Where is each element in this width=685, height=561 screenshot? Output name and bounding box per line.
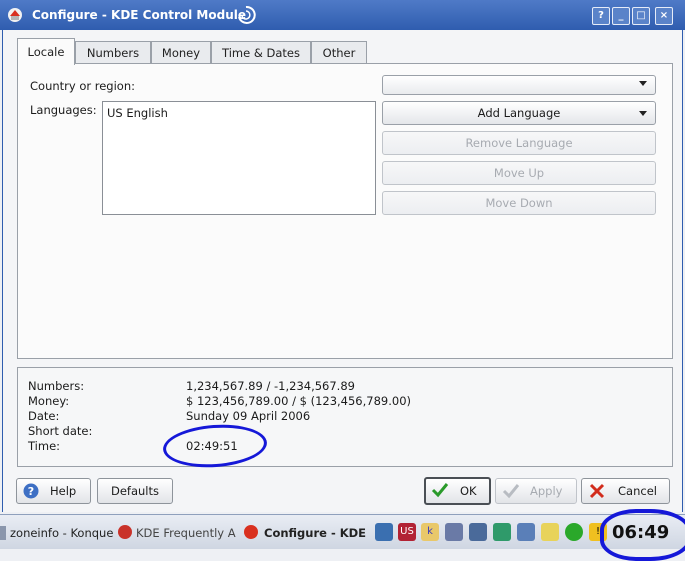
numbers-example-value: 1,234,567.89 / -1,234,567.89	[186, 379, 355, 393]
task-label: zoneinfo - Konque	[10, 526, 114, 540]
configure-window: Locale Numbers Money Time & Dates Other …	[2, 30, 683, 512]
note-icon[interactable]	[541, 523, 559, 541]
short-date-example-label: Short date:	[28, 424, 93, 438]
taskbar: zoneinfo - Konque KDE Frequently A Confi…	[0, 509, 685, 561]
title-bar[interactable]: Configure - KDE Control Module ? _ □ ×	[0, 0, 685, 30]
move-up-button[interactable]: Move Up	[382, 161, 656, 185]
tab-money[interactable]: Money	[151, 41, 211, 64]
svg-text:?: ?	[28, 485, 34, 498]
task-konqueror[interactable]: zoneinfo - Konque	[0, 523, 114, 543]
close-icon	[589, 483, 605, 499]
example-panel: Numbers: 1,234,567.89 / -1,234,567.89 Mo…	[17, 367, 673, 467]
network-icon[interactable]	[375, 523, 393, 541]
list-item[interactable]: US English	[107, 106, 168, 120]
clover-icon[interactable]	[565, 523, 583, 541]
tab-other[interactable]: Other	[311, 41, 367, 64]
swirl-icon	[238, 5, 256, 24]
apply-button[interactable]: Apply	[495, 478, 577, 504]
klipper-icon[interactable]: k	[421, 523, 439, 541]
help-button[interactable]: ? Help	[16, 478, 91, 504]
add-language-label: Add Language	[477, 106, 561, 120]
ok-button[interactable]: OK	[424, 477, 491, 505]
checkmark-icon	[431, 483, 449, 498]
apply-label: Apply	[530, 484, 563, 498]
cancel-label: Cancel	[618, 484, 657, 498]
move-down-button[interactable]: Move Down	[382, 191, 656, 215]
kde-app-icon	[8, 8, 22, 22]
chevron-down-icon	[639, 111, 647, 116]
time-example-label: Time:	[28, 439, 61, 453]
minimize-button[interactable]: _	[612, 7, 630, 25]
checkmark-icon	[502, 484, 520, 499]
defaults-button[interactable]: Defaults	[97, 478, 173, 504]
numbers-example-label: Numbers:	[28, 379, 85, 393]
window-title: Configure - KDE Control Module	[32, 8, 247, 22]
help-icon: ?	[23, 483, 39, 499]
tab-time-dates[interactable]: Time & Dates	[211, 41, 311, 64]
help-title-button[interactable]: ?	[592, 7, 610, 25]
add-language-button[interactable]: Add Language	[382, 101, 656, 125]
help-label: Help	[50, 484, 77, 498]
task-kde-faq[interactable]: KDE Frequently A	[118, 523, 240, 543]
taskbar-clock[interactable]: 06:49	[612, 522, 669, 543]
money-example-value: $ 123,456,789.00 / $ (123,456,789.00)	[186, 394, 412, 408]
kde-app-icon	[244, 525, 258, 539]
chevron-down-icon	[639, 81, 647, 86]
close-button[interactable]: ×	[655, 7, 673, 25]
tab-locale[interactable]: Locale	[17, 38, 75, 65]
country-combobox[interactable]	[382, 75, 656, 95]
date-example-label: Date:	[28, 409, 60, 423]
volume-icon[interactable]	[469, 523, 487, 541]
wrench-icon[interactable]	[517, 523, 535, 541]
task-label: KDE Frequently A	[136, 526, 236, 540]
languages-label: Languages:	[30, 103, 97, 117]
ok-label: OK	[460, 484, 477, 498]
konqueror-icon	[0, 526, 6, 540]
puzzle-icon[interactable]	[493, 523, 511, 541]
tab-numbers[interactable]: Numbers	[75, 41, 151, 64]
maximize-button[interactable]: □	[632, 7, 650, 25]
task-configure[interactable]: Configure - KDE	[244, 523, 372, 543]
kde-help-icon	[118, 525, 132, 539]
country-label: Country or region:	[30, 79, 136, 93]
date-example-value: Sunday 09 April 2006	[186, 409, 311, 423]
money-example-label: Money:	[28, 394, 70, 408]
cancel-button[interactable]: Cancel	[581, 478, 670, 504]
keyboard-layout-flag-icon[interactable]: US	[398, 523, 416, 541]
languages-list[interactable]: US English	[102, 101, 376, 215]
task-label: Configure - KDE	[264, 526, 367, 540]
printer-icon[interactable]	[445, 523, 463, 541]
remove-language-button[interactable]: Remove Language	[382, 131, 656, 155]
